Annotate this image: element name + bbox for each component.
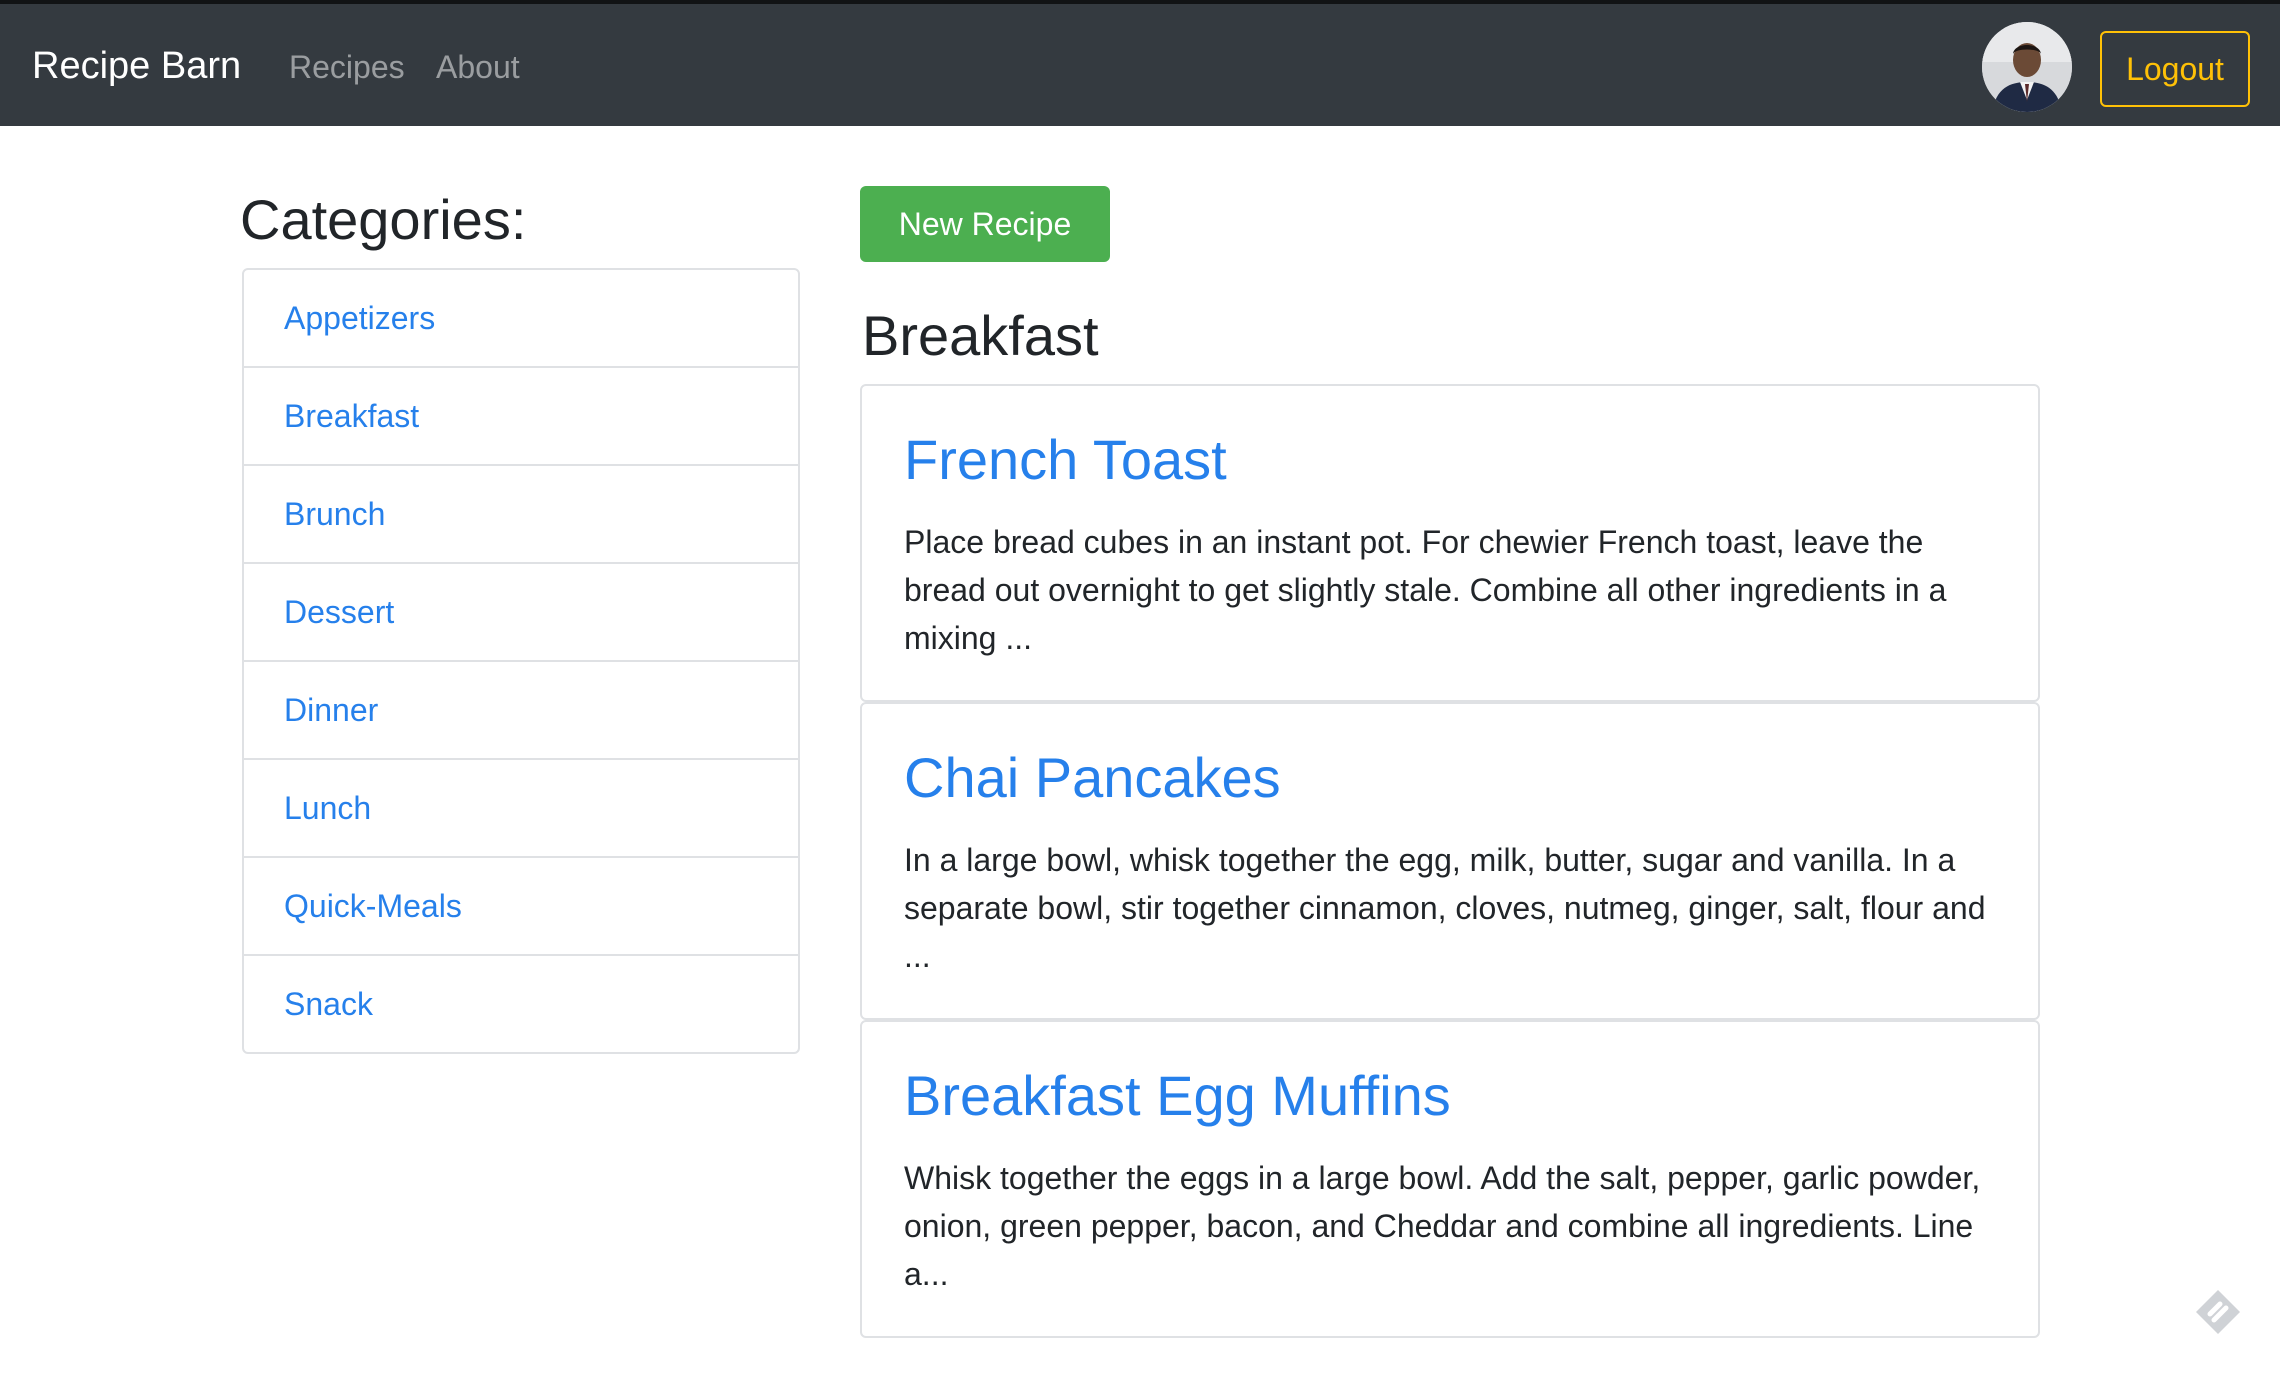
category-item-lunch[interactable]: Lunch [244,760,798,858]
user-avatar[interactable] [1982,22,2072,112]
category-item-quick-meals[interactable]: Quick-Meals [244,858,798,956]
recipe-card: Chai Pancakes In a large bowl, whisk tog… [860,702,2040,1020]
recipe-excerpt: Place bread cubes in an instant pot. For… [904,524,1947,656]
nav-link-about[interactable]: About [436,46,520,88]
top-navbar: Recipe Barn Recipes About Logout [0,0,2280,126]
section-heading: Breakfast [862,304,1099,367]
corner-widget-icon[interactable] [2190,1284,2246,1340]
category-item-breakfast[interactable]: Breakfast [244,368,798,466]
recipe-card: Breakfast Egg Muffins Whisk together the… [860,1020,2040,1338]
recipe-title-link[interactable]: French Toast [904,426,1227,494]
categories-heading: Categories: [240,188,527,251]
category-list: Appetizers Breakfast Brunch Dessert Dinn… [242,268,800,1054]
recipe-card: French Toast Place bread cubes in an ins… [860,384,2040,702]
nav-link-recipes[interactable]: Recipes [289,46,405,88]
category-item-appetizers[interactable]: Appetizers [244,270,798,368]
category-item-dessert[interactable]: Dessert [244,564,798,662]
category-item-dinner[interactable]: Dinner [244,662,798,760]
new-recipe-button[interactable]: New Recipe [860,186,1110,262]
category-item-brunch[interactable]: Brunch [244,466,798,564]
logout-button[interactable]: Logout [2100,31,2250,107]
recipe-excerpt: Whisk together the eggs in a large bowl.… [904,1160,1981,1292]
category-item-snack[interactable]: Snack [244,956,798,1052]
brand-logo-text[interactable]: Recipe Barn [32,42,241,90]
recipe-title-link[interactable]: Chai Pancakes [904,744,1281,812]
recipe-excerpt: In a large bowl, whisk together the egg,… [904,842,1986,974]
recipe-title-link[interactable]: Breakfast Egg Muffins [904,1062,1451,1130]
avatar-portrait-icon [1982,22,2072,112]
